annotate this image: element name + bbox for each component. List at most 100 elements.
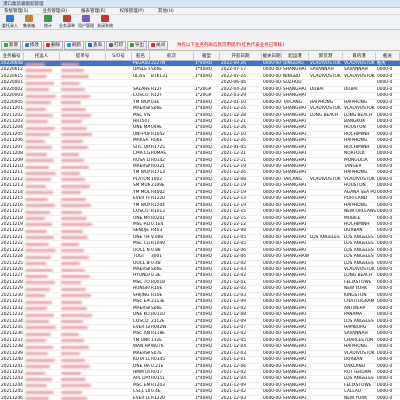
table-cell: 2021-12-04 <box>221 344 246 350</box>
table-cell <box>24 125 60 130</box>
grid-toolbar-button-7[interactable]: 关闭 <box>148 40 168 50</box>
table-cell: 2021-12-26 <box>221 170 246 176</box>
column-header-5[interactable]: 航次 <box>150 52 194 60</box>
table-cell <box>24 113 60 118</box>
table-cell: CHATTOGRAM <box>344 299 375 305</box>
table-cell <box>309 312 343 317</box>
table-cell: WAN HAI 517 <box>133 344 150 350</box>
table-cell: YM MODESTY <box>133 189 150 195</box>
table-cell: 1*40HQ <box>195 176 212 182</box>
table-cell: 2021-12-03 <box>221 267 246 272</box>
table-cell: 2021-12-02 <box>221 286 246 292</box>
grid-toolbar-button-6[interactable]: 导出 <box>127 40 147 50</box>
table-cell <box>60 370 106 375</box>
column-header-11[interactable]: 目的港 <box>343 52 376 60</box>
table-cell <box>24 267 60 272</box>
table-cell: ULISS <box>133 73 146 79</box>
redacted-cell <box>25 223 52 227</box>
table-cell: 2021-12-24 <box>221 106 246 112</box>
table-cell: 2022-03-29 <box>221 93 246 99</box>
table-cell <box>24 158 60 163</box>
table-cell <box>60 209 106 214</box>
menu-item-3[interactable]: 权限管理(P) <box>120 8 144 14</box>
table-cell: R10E <box>151 286 163 292</box>
table-cell: 20211207 <box>1 144 23 150</box>
redacted-cell <box>61 320 83 323</box>
main-toolbar-button-3[interactable]: 业务清单 <box>59 15 75 29</box>
table-cell: 20211223 <box>1 247 23 253</box>
menu-item-2[interactable]: 报表管理(R) <box>81 8 106 14</box>
column-header-9[interactable]: 起运港 <box>282 52 309 60</box>
column-header-7[interactable]: 开航日期 <box>220 52 262 60</box>
table-cell: MAERSK VALE <box>133 164 150 169</box>
main-toolbar-button-1[interactable]: 集装箱 <box>21 15 37 29</box>
grid-toolbar-button-4[interactable]: 查询 <box>85 40 105 50</box>
table-cell: 0000-00-00 <box>263 138 282 144</box>
table-cell: 20211214 <box>1 189 23 195</box>
table-cell: 2021-12-02 <box>221 331 246 337</box>
main-toolbar-button-0[interactable]: 委托录入 <box>2 15 18 29</box>
table-cell <box>60 138 106 143</box>
table-cell: 2021-12-09 <box>221 318 246 324</box>
table-cell: SHANGHAI <box>283 215 306 221</box>
column-header-10[interactable]: 卸货港 <box>309 52 343 60</box>
menu-item-1[interactable]: 业务管理(B) <box>42 8 67 14</box>
table-cell: 2021-12-21 <box>221 151 246 157</box>
table-cell <box>24 93 60 98</box>
table-cell: 0000-0 <box>377 221 393 227</box>
table-cell <box>106 196 132 201</box>
grid-toolbar-label: 修改 <box>30 43 39 48</box>
column-header-3[interactable]: S/O号 <box>106 52 132 60</box>
table-cell: 0000-0 <box>377 395 393 400</box>
table-cell <box>24 100 60 105</box>
table-cell <box>106 125 132 130</box>
menu-item-0[interactable]: 系统管理(S) <box>4 8 28 14</box>
grid-toolbar-button-1[interactable]: 修改 <box>22 40 42 50</box>
table-cell: 0000-0 <box>377 209 393 215</box>
table-cell: SHANGHAI <box>283 209 306 215</box>
main-toolbar-button-4[interactable]: 用户管理 <box>78 15 94 29</box>
table-cell <box>60 351 106 356</box>
menu-item-4[interactable]: 其他(H) <box>158 8 174 14</box>
grid-toolbar-button-3[interactable]: 刷新 <box>64 40 84 50</box>
table-cell: SHANGHAI <box>283 305 306 311</box>
table-cell: HRT547 <box>133 118 150 124</box>
column-header-0[interactable]: 业务编号 <box>0 52 24 60</box>
table-cell <box>106 190 132 195</box>
table-cell: YM WONDROUS <box>133 170 150 176</box>
column-header-8[interactable]: 截关日期 <box>262 52 282 60</box>
main-toolbar-button-5[interactable]: 关闭系统 <box>97 15 113 29</box>
grid-toolbar-button-0[interactable]: 新增 <box>1 40 21 50</box>
table-cell <box>309 209 343 214</box>
column-header-1[interactable]: 托运人 <box>24 52 60 60</box>
table-cell: 0000-0 <box>377 273 393 279</box>
column-header-6[interactable]: 箱型 <box>194 52 220 60</box>
grid-toolbar-button-5[interactable]: 打印 <box>106 40 126 50</box>
grid-toolbar-button-2[interactable]: 删除 <box>43 40 63 50</box>
redacted-cell <box>61 62 79 66</box>
table-cell <box>60 61 106 66</box>
table-cell: 0000-0 <box>377 93 393 99</box>
main-toolbar-button-2[interactable]: 统计 <box>40 15 56 29</box>
table-cell: 2021-12-19 <box>221 164 246 169</box>
table-cell <box>60 87 106 92</box>
table-cell: SHANGHAI <box>283 112 306 118</box>
table-cell: QINGDAO <box>283 61 304 66</box>
redacted-cell <box>25 345 53 349</box>
column-header-4[interactable]: 船名 <box>132 52 150 60</box>
table-cell: DASLE EXPRE <box>133 67 150 73</box>
table-cell: 20211212 <box>1 176 23 182</box>
table-cell: 0000-00-00 <box>263 234 282 240</box>
table-cell: 0000-0 <box>377 382 393 388</box>
table-cell <box>150 119 194 124</box>
table-cell <box>60 338 106 343</box>
table-cell <box>194 80 220 85</box>
table-row[interactable]: 20211246 EVER LOVELYR1220 1*40HQ 2021-12-03… <box>0 396 400 400</box>
table-cell: 20211208 <box>1 151 23 157</box>
table-cell: 0000-0 <box>377 337 393 343</box>
app-window: 港口集装箱跟踪管理 系统管理(S) 业务管理(B) 报表管理(R) 权限管理(P) 其他… <box>0 0 400 400</box>
column-header-2[interactable]: 提单号 <box>60 52 106 60</box>
table-cell: 1*40HQ <box>195 131 212 137</box>
column-header-12[interactable]: 截关 <box>376 52 400 60</box>
table-cell: 2021-12-06 <box>221 247 246 253</box>
